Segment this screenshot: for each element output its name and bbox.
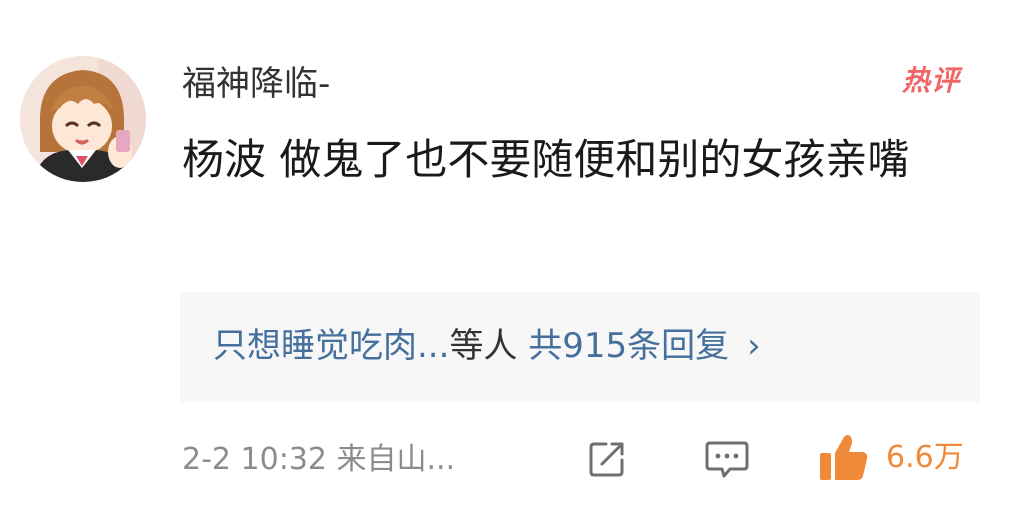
- thumbs-up-icon: [820, 435, 868, 480]
- hot-comment-badge: 热评: [901, 64, 960, 97]
- comment-meta: 2-2 10:32 来自山...: [182, 442, 456, 477]
- reply-wait-text: 等人: [449, 326, 518, 366]
- reply-users[interactable]: 只想睡觉吃肉...: [213, 326, 449, 366]
- replies-summary[interactable]: 只想睡觉吃肉...等人 共915条回复 ›: [213, 324, 761, 368]
- chevron-right-icon[interactable]: ›: [747, 324, 761, 368]
- comment-text: 杨波 做鬼了也不要随便和别的女孩亲嘴: [182, 135, 910, 184]
- share-icon: [589, 442, 624, 477]
- username[interactable]: 福神降临-: [182, 60, 330, 108]
- replies-panel[interactable]: 只想睡觉吃肉...等人 共915条回复 ›: [180, 292, 980, 402]
- comment-icon: [705, 441, 749, 478]
- comment-card: 福神降临- 热评 杨波 做鬼了也不要随便和别的女孩亲嘴 只想睡觉吃肉...等人 …: [0, 0, 1024, 505]
- like-count: 6.6万: [886, 440, 964, 475]
- like-button[interactable]: 6.6万: [818, 432, 964, 484]
- avatar-image: [20, 56, 146, 182]
- comment-button[interactable]: [704, 438, 750, 480]
- reply-count[interactable]: 共915条回复: [528, 326, 729, 366]
- user-avatar[interactable]: [20, 56, 146, 182]
- share-button[interactable]: [586, 438, 628, 480]
